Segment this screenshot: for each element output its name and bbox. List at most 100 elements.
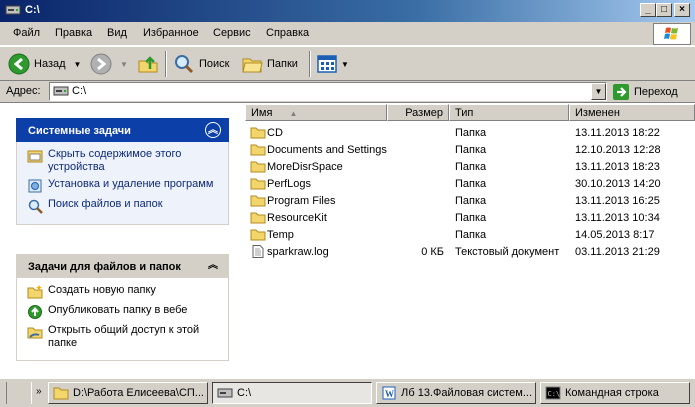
- task-publish-web[interactable]: Опубликовать папку в вебе: [27, 304, 228, 320]
- drive-icon: [53, 86, 69, 96]
- taskbar-item-c-drive[interactable]: C:\: [212, 382, 372, 404]
- folder-icon: [250, 195, 266, 207]
- taskbar-item-label: Командная строка: [565, 387, 659, 399]
- task-pane: Системные задачи ︽ Скрыть содержимое это…: [0, 104, 244, 378]
- address-input[interactable]: C:\ ▼: [49, 82, 607, 101]
- column-header-size[interactable]: Размер: [387, 104, 449, 121]
- file-type: Папка: [455, 212, 487, 224]
- menu-help[interactable]: Справка: [266, 27, 309, 39]
- close-button[interactable]: ×: [674, 3, 690, 17]
- folder-icon: [53, 387, 69, 400]
- folders-button[interactable]: Папки: [241, 52, 298, 76]
- forward-dropdown-icon[interactable]: ▼: [120, 60, 128, 69]
- views-button[interactable]: ▼: [316, 52, 349, 76]
- go-label: Переход: [634, 85, 678, 98]
- task-label: Создать новую папку: [48, 284, 156, 296]
- file-row[interactable]: Temp Папка 14.05.2013 8:17: [245, 227, 695, 244]
- taskbar-item-word-doc[interactable]: W Лб 13.Файловая систем...: [376, 382, 536, 404]
- taskbar-item-work-folder[interactable]: D:\Работа Елисеева\СП...: [48, 382, 208, 404]
- back-dropdown-icon[interactable]: ▼: [74, 60, 82, 69]
- file-row[interactable]: sparkraw.log 0 КБ Текстовый документ 03.11.…: [245, 244, 695, 261]
- column-header-modified[interactable]: Изменен: [569, 104, 695, 121]
- task-share-folder[interactable]: Открыть общий доступ к этой папке: [27, 324, 228, 350]
- taskbar: » D:\Работа Елисеева\СП... C:\ W Лб 13.Ф…: [0, 378, 695, 407]
- file-type: Папка: [455, 195, 487, 207]
- address-value: C:\: [72, 85, 87, 97]
- task-search-files[interactable]: Поиск файлов и папок: [27, 198, 228, 214]
- file-row[interactable]: PerfLogs Папка 30.10.2013 14:20: [245, 176, 695, 193]
- folder-icon: [250, 212, 266, 224]
- folder-icon: [250, 127, 266, 139]
- publish-web-icon: [28, 305, 42, 319]
- minimize-button[interactable]: _: [640, 3, 656, 17]
- column-header-label: Изменен: [575, 107, 620, 119]
- folder-icon: [250, 161, 266, 173]
- file-row[interactable]: MoreDisrSpace Папка 13.11.2013 18:23: [245, 159, 695, 176]
- file-type: Текстовый документ: [455, 246, 560, 258]
- menu-tools[interactable]: Сервис: [213, 27, 251, 39]
- views-icon: [317, 55, 337, 73]
- menu-file[interactable]: Файл: [13, 27, 40, 39]
- file-modified: 03.11.2013 21:29: [575, 246, 660, 258]
- column-header-type[interactable]: Тип: [449, 104, 569, 121]
- quick-launch-expand-icon[interactable]: »: [36, 386, 42, 397]
- taskbar-item-cmd[interactable]: C:\ Командная строка: [540, 382, 690, 404]
- collapse-chevron-icon[interactable]: ︽: [205, 122, 221, 138]
- address-dropdown-button[interactable]: ▼: [591, 83, 606, 100]
- file-row[interactable]: ResourceKit Папка 13.11.2013 10:34: [245, 210, 695, 227]
- add-remove-programs-icon: [28, 179, 42, 193]
- go-arrow-icon: [613, 83, 629, 100]
- task-add-remove-programs[interactable]: Установка и удаление программ: [27, 178, 228, 194]
- search-button[interactable]: Поиск: [173, 52, 229, 76]
- file-modified: 12.10.2013 12:28: [575, 144, 661, 156]
- file-modified: 13.11.2013 16:25: [575, 195, 660, 207]
- file-name: Documents and Settings: [267, 144, 387, 156]
- address-label: Адрес:: [6, 85, 41, 97]
- go-button[interactable]: Переход: [612, 82, 678, 101]
- task-new-folder[interactable]: Создать новую папку: [27, 284, 228, 300]
- file-tasks-body: Создать новую папку Опубликовать папку в…: [16, 278, 229, 361]
- file-list: Имя ▲ Размер Тип Изменен CD Папка 13.11.20…: [245, 104, 695, 378]
- file-name: CD: [267, 127, 283, 139]
- task-label: Скрыть содержимое этого устройства: [48, 148, 182, 173]
- folder-icon: [250, 144, 266, 156]
- file-tasks-header[interactable]: Задачи для файлов и папок ︽: [16, 254, 229, 278]
- forward-button[interactable]: ▼: [90, 52, 128, 76]
- file-row[interactable]: Documents and Settings Папка 12.10.2013 12…: [245, 142, 695, 159]
- windows-logo-icon: [653, 23, 691, 45]
- maximize-button[interactable]: □: [656, 3, 672, 17]
- system-tasks-panel: Системные задачи ︽ Скрыть содержимое это…: [16, 118, 229, 225]
- folder-icon: [250, 178, 266, 190]
- sort-ascending-icon: ▲: [289, 109, 298, 118]
- collapse-chevron-icon[interactable]: ︽: [205, 258, 221, 274]
- up-folder-button[interactable]: [137, 52, 159, 76]
- views-dropdown-icon[interactable]: ▼: [341, 60, 349, 69]
- file-type: Папка: [455, 229, 487, 241]
- column-header-label: Размер: [405, 107, 443, 119]
- up-folder-icon: [138, 56, 158, 73]
- folder-icon: [250, 229, 266, 241]
- menu-view[interactable]: Вид: [107, 27, 127, 39]
- menu-favorites[interactable]: Избранное: [143, 27, 199, 39]
- file-row[interactable]: Program Files Папка 13.11.2013 16:25: [245, 193, 695, 210]
- search-icon: [175, 55, 194, 74]
- back-button[interactable]: Назад ▼: [8, 52, 81, 76]
- file-modified: 13.11.2013 10:34: [575, 212, 660, 224]
- file-tasks-title: Задачи для файлов и папок: [28, 261, 181, 273]
- system-tasks-title: Системные задачи: [28, 125, 131, 137]
- back-label: Назад: [34, 58, 66, 70]
- hide-contents-icon: [27, 150, 43, 163]
- word-document-icon: W: [382, 386, 396, 400]
- address-bar: Адрес: C:\ ▼ Переход: [0, 81, 695, 103]
- column-header-label: Имя: [251, 107, 273, 119]
- system-tasks-body: Скрыть содержимое этого устройства Устан…: [16, 142, 229, 225]
- search-label: Поиск: [199, 58, 230, 70]
- file-row[interactable]: CD Папка 13.11.2013 18:22: [245, 125, 695, 142]
- column-header-name[interactable]: Имя ▲: [245, 104, 387, 121]
- quick-launch-area: [6, 382, 32, 404]
- menu-edit[interactable]: Правка: [55, 27, 92, 39]
- task-hide-contents[interactable]: Скрыть содержимое этого устройства: [27, 148, 228, 174]
- taskbar-item-label: D:\Работа Елисеева\СП...: [73, 387, 204, 399]
- system-tasks-header[interactable]: Системные задачи ︽: [16, 118, 229, 142]
- file-modified: 30.10.2013 14:20: [575, 178, 661, 190]
